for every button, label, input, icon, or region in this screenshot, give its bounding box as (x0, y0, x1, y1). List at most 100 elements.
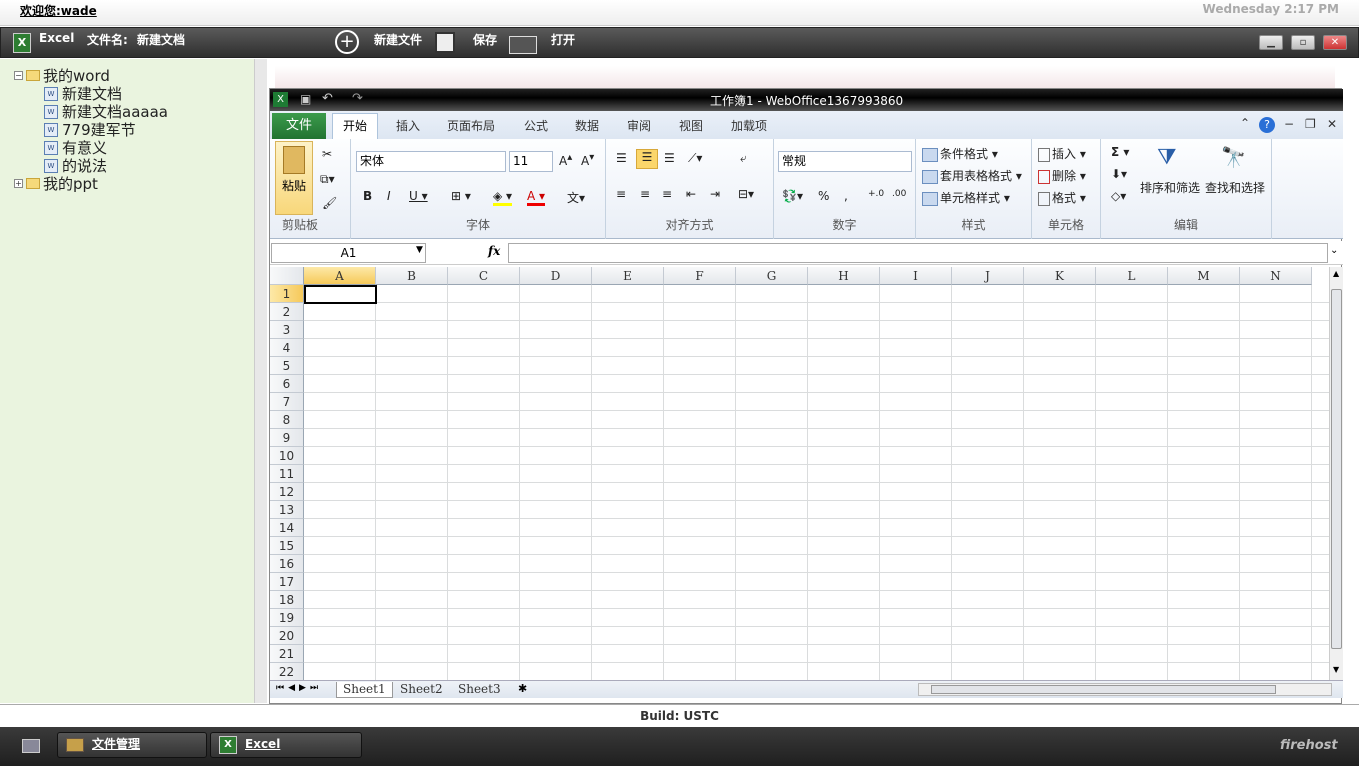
formula-input[interactable] (508, 243, 1328, 263)
insert-cells-button[interactable]: 插入 ▾ (1038, 145, 1086, 162)
column-header[interactable]: A (304, 267, 376, 285)
align-top-icon[interactable]: ☰ (616, 151, 627, 165)
copy-icon[interactable]: ⧉▾ (320, 172, 335, 187)
row-header[interactable]: 17 (270, 573, 304, 591)
comma-icon[interactable]: , (844, 189, 848, 203)
row-header[interactable]: 11 (270, 465, 304, 483)
tab-view[interactable]: 视图 (679, 117, 703, 134)
orientation-icon[interactable]: ⟋▾ (688, 151, 702, 166)
insert-sheet-icon[interactable]: ✱ (518, 682, 527, 695)
scroll-down-icon[interactable]: ▼ (1333, 665, 1339, 674)
tab-home[interactable]: 开始 (332, 113, 378, 139)
expand-formula-icon[interactable]: ⌄ (1330, 245, 1338, 256)
row-header[interactable]: 19 (270, 609, 304, 627)
column-header[interactable]: M (1168, 267, 1240, 285)
row-header[interactable]: 16 (270, 555, 304, 573)
column-header[interactable]: E (592, 267, 664, 285)
column-header[interactable]: N (1240, 267, 1312, 285)
row-header[interactable]: 22 (270, 663, 304, 680)
tree-folder-ppt[interactable]: + 我的ppt (14, 173, 98, 194)
horizontal-scrollbar[interactable] (918, 683, 1332, 696)
tab-insert[interactable]: 插入 (396, 117, 420, 134)
tab-sheet2[interactable]: Sheet2 (394, 682, 449, 698)
tab-addins[interactable]: 加载项 (731, 117, 767, 134)
tab-sheet3[interactable]: Sheet3 (452, 682, 507, 698)
row-header[interactable]: 12 (270, 483, 304, 501)
open-button[interactable]: 打开 (551, 31, 575, 48)
row-header[interactable]: 15 (270, 537, 304, 555)
format-cells-button[interactable]: 格式 ▾ (1038, 189, 1086, 206)
sort-filter-button[interactable]: 排序和筛选 (1140, 179, 1200, 196)
align-center-icon[interactable]: ≡ (640, 187, 650, 201)
tab-formulas[interactable]: 公式 (524, 117, 548, 134)
column-header[interactable]: K (1024, 267, 1096, 285)
italic-icon[interactable]: I (387, 189, 391, 203)
column-header[interactable]: F (664, 267, 736, 285)
column-header[interactable]: G (736, 267, 808, 285)
clear-icon[interactable]: ◇▾ (1111, 189, 1126, 203)
welcome-link[interactable]: 欢迎您:wade (20, 2, 97, 19)
row-header[interactable]: 20 (270, 627, 304, 645)
grow-font-icon[interactable]: A▴ (559, 152, 572, 168)
tab-sheet1[interactable]: Sheet1 (336, 682, 393, 698)
row-header[interactable]: 8 (270, 411, 304, 429)
underline-icon[interactable]: U ▾ (409, 189, 428, 203)
collapse-ribbon-icon[interactable]: ⌃ (1240, 116, 1250, 130)
tab-page-layout[interactable]: 页面布局 (447, 117, 495, 134)
paste-button[interactable]: 粘贴 (275, 141, 313, 215)
expand-icon[interactable]: + (14, 179, 23, 188)
increase-indent-icon[interactable]: ⇥ (710, 187, 720, 201)
row-header[interactable]: 21 (270, 645, 304, 663)
minimize-icon[interactable]: ▁ (1259, 35, 1283, 50)
worksheet-grid[interactable]: A B C D E F G H I J K L M N 1 2 3 4 5 6 7 8 9 10 11 12 13 14 15 16 17 1… (270, 267, 1330, 680)
phonetic-icon[interactable]: 文▾ (567, 189, 585, 206)
help-icon[interactable]: ? (1259, 117, 1275, 133)
open-folder-icon[interactable] (509, 36, 537, 54)
wrap-text-icon[interactable]: ⤶ (740, 151, 747, 166)
autosum-icon[interactable]: Σ ▾ (1111, 145, 1129, 159)
font-name-dropdown[interactable]: 宋体 (356, 151, 506, 172)
cell-styles-button[interactable]: 单元格样式 ▾ (922, 189, 1010, 206)
undo-icon[interactable]: ↶ (322, 91, 333, 106)
save-icon[interactable]: ▣ (300, 92, 311, 106)
new-file-button[interactable]: 新建文件 (374, 31, 422, 48)
increase-decimal-icon[interactable]: +.0 (868, 189, 884, 199)
find-select-icon[interactable]: 🔭 (1221, 145, 1246, 169)
column-header[interactable]: C (448, 267, 520, 285)
minimize-icon[interactable]: − (1284, 117, 1294, 131)
close-icon[interactable]: ✕ (1327, 117, 1337, 131)
show-desktop-icon[interactable] (22, 739, 40, 753)
row-header[interactable]: 9 (270, 429, 304, 447)
save-button[interactable]: 保存 (473, 31, 497, 48)
row-header[interactable]: 5 (270, 357, 304, 375)
row-header[interactable]: 2 (270, 303, 304, 321)
decrease-decimal-icon[interactable]: .00 (892, 189, 906, 199)
row-header[interactable]: 4 (270, 339, 304, 357)
vertical-scrollbar[interactable]: ▲ ▼ (1329, 267, 1343, 680)
column-header[interactable]: H (808, 267, 880, 285)
restore-icon[interactable]: ❐ (1305, 117, 1316, 131)
sheet-nav-icon[interactable]: ⏮◀▶⏭ (276, 683, 322, 693)
border-icon[interactable]: ⊞ ▾ (451, 189, 471, 203)
column-header[interactable]: D (520, 267, 592, 285)
font-size-dropdown[interactable]: 11 (509, 151, 553, 172)
row-header[interactable]: 7 (270, 393, 304, 411)
fx-icon[interactable]: fx (488, 244, 500, 258)
name-box[interactable]: A1 (271, 243, 426, 263)
percent-icon[interactable]: % (818, 189, 829, 203)
row-header[interactable]: 1 (270, 285, 304, 303)
align-right-icon[interactable]: ≡ (662, 187, 672, 201)
font-color-icon[interactable]: A ▾ (527, 189, 546, 206)
delete-cells-button[interactable]: 删除 ▾ (1038, 167, 1086, 184)
format-painter-icon[interactable]: 🖌 (322, 196, 337, 210)
scroll-up-icon[interactable]: ▲ (1333, 269, 1339, 278)
row-header[interactable]: 6 (270, 375, 304, 393)
name-box-dropdown-icon[interactable]: ▼ (416, 245, 423, 255)
align-bottom-icon[interactable]: ☰ (664, 151, 675, 165)
find-select-button[interactable]: 查找和选择 (1205, 179, 1265, 196)
collapse-icon[interactable]: − (14, 71, 23, 80)
conditional-format-button[interactable]: 条件格式 ▾ (922, 145, 998, 162)
align-middle-icon[interactable]: ☰ (636, 149, 658, 169)
maximize-icon[interactable]: ▫ (1291, 35, 1315, 50)
taskbar-excel[interactable]: X Excel (210, 732, 362, 758)
